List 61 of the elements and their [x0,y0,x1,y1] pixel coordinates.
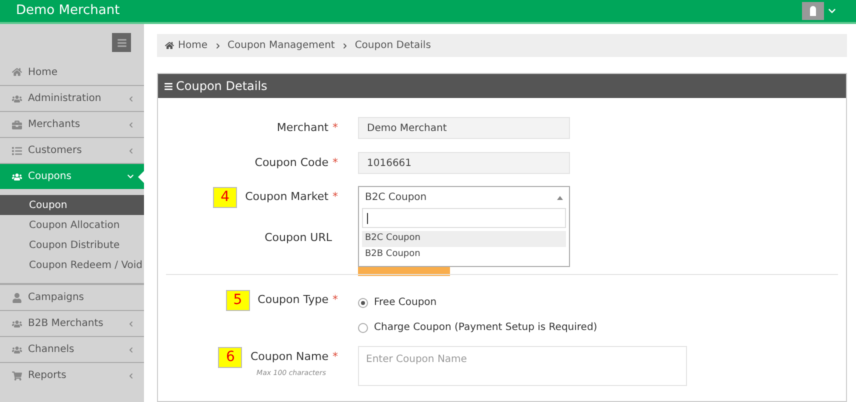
breadcrumb-link[interactable]: Home [178,38,208,53]
sidebar-item[interactable]: Reports [0,362,144,388]
app-title: Demo Merchant [16,2,120,20]
chevron-right-icon [342,42,348,48]
submenu-item[interactable]: Coupon Distribute [0,235,144,255]
field-label: Coupon Code [254,154,328,171]
radio-button[interactable] [358,322,368,332]
home-icon [12,67,22,77]
sidebar-item[interactable]: Home [0,59,144,85]
step-number: 5 [226,290,250,311]
submenu-item[interactable]: Coupon [0,195,144,215]
search-field[interactable] [362,208,566,228]
sidebar-item[interactable]: B2B Merchants [0,310,144,336]
people-icon [12,344,22,354]
submenu-item[interactable]: Coupon Allocation [0,215,144,235]
breadcrumb-link[interactable]: Coupon Details [354,38,431,53]
breadcrumb-link[interactable]: Coupon Management [228,38,335,53]
home-icon [165,41,174,50]
chevron-right-icon [214,42,221,48]
list-icon [12,146,22,156]
coupon-code-field[interactable]: 1016661 [358,152,570,174]
required-mark: * [332,188,338,205]
active-pointer [138,171,144,183]
step-number: 4 [213,186,238,208]
people-icon [12,172,22,182]
caret-icon[interactable] [828,7,836,15]
sidebar-item[interactable]: Channels [0,336,144,362]
menu-icon [164,82,173,90]
sidebar-item[interactable]: Merchants [0,111,144,137]
dropdown-option[interactable]: B2C Coupon [362,231,566,247]
sidebar-item[interactable]: Administration [0,85,144,111]
person-icon [12,292,22,302]
required-mark: * [332,349,338,366]
radio-label: Free Coupon [374,296,437,310]
menu-toggle[interactable] [112,33,131,52]
field-label: Merchant [276,120,328,136]
required-mark: * [332,292,338,308]
field-label: Coupon Name [250,349,328,366]
field-label: Coupon Market [245,188,328,205]
people-icon [12,318,22,328]
menu-icon [116,38,126,48]
field-label: Coupon Type [258,292,328,308]
required-mark: * [332,154,338,171]
step-number: 6 [218,347,242,368]
radio-label: Charge Coupon (Payment Setup is Required) [374,321,598,335]
submenu-item[interactable]: Coupon Redeem / Void [0,255,144,275]
sidebar-item[interactable]: Coupons [0,163,144,189]
people-icon [12,94,22,104]
merchant-field[interactable]: Demo Merchant [358,117,570,139]
coupon-market-select[interactable]: B2C Coupon [359,187,569,208]
coupon-name-field[interactable]: Enter Coupon Name [358,346,687,386]
required-mark: * [332,120,338,136]
caret-icon [557,196,563,200]
user-avatar[interactable] [802,2,824,20]
radio-button[interactable] [358,298,368,308]
panel-title: Coupon Details [176,78,268,95]
briefcase-icon [12,120,22,130]
cart-icon [12,370,22,380]
sidebar-item[interactable]: Campaigns [0,284,144,310]
dropdown-option[interactable]: B2B Coupon [362,247,566,263]
field-label: Coupon URL [264,230,332,246]
